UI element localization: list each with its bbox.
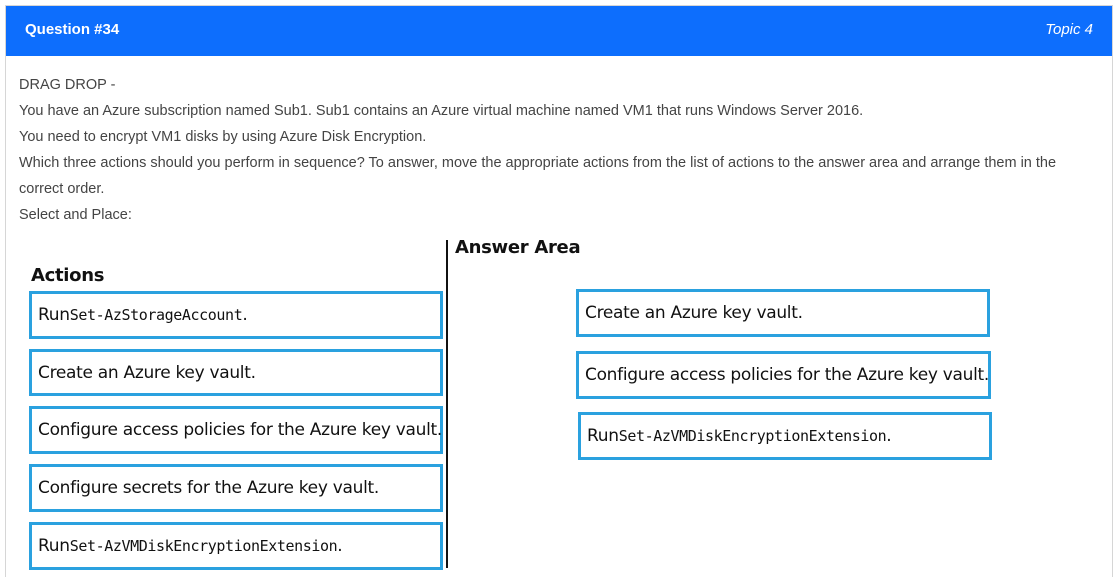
action-item[interactable]: Configure secrets for the Azure key vaul…: [29, 464, 443, 512]
question-text: DRAG DROP - You have an Azure subscripti…: [19, 72, 1094, 228]
answer-text: Run: [587, 426, 619, 446]
answer-text: Configure access policies for the Azure …: [585, 365, 990, 385]
actions-heading: Actions: [31, 265, 105, 286]
answer-item[interactable]: Create an Azure key vault.: [576, 289, 990, 337]
question-line: You need to encrypt VM1 disks by using A…: [19, 129, 427, 145]
answer-suffix: .: [886, 426, 892, 446]
action-code: Set-AzStorageAccount: [69, 306, 243, 324]
topic-label: Topic 4: [1045, 21, 1093, 38]
question-type: DRAG DROP -: [19, 77, 116, 93]
action-text: Configure secrets for the Azure key vaul…: [38, 478, 379, 498]
action-text: Run: [38, 536, 70, 556]
answer-code: Set-AzVMDiskEncryptionExtension: [618, 427, 887, 445]
answer-item[interactable]: Run Set-AzVMDiskEncryptionExtension.: [578, 412, 992, 460]
action-suffix: .: [242, 305, 248, 325]
action-code: Set-AzVMDiskEncryptionExtension: [69, 537, 338, 555]
drag-drop-exhibit: Answer Area Actions Run Set-AzStorageAcc…: [24, 232, 1084, 572]
action-text: Run: [38, 305, 70, 325]
answer-area-heading: Answer Area: [455, 237, 581, 258]
question-header: Question #34 Topic 4: [6, 6, 1112, 56]
action-suffix: .: [337, 536, 343, 556]
action-text: Configure access policies for the Azure …: [38, 420, 443, 440]
question-number: Question #34: [25, 21, 120, 38]
question-instruction: Select and Place:: [19, 207, 132, 223]
action-item[interactable]: Run Set-AzVMDiskEncryptionExtension.: [29, 522, 443, 570]
action-text: Create an Azure key vault.: [38, 362, 256, 383]
action-item[interactable]: Create an Azure key vault.: [29, 349, 443, 396]
answer-item[interactable]: Configure access policies for the Azure …: [576, 351, 991, 399]
answer-text: Create an Azure key vault.: [585, 303, 803, 323]
question-line: Which three actions should you perform i…: [19, 155, 1057, 197]
action-item[interactable]: Run Set-AzStorageAccount.: [29, 291, 443, 339]
question-line: You have an Azure subscription named Sub…: [19, 103, 864, 119]
action-item[interactable]: Configure access policies for the Azure …: [29, 406, 443, 454]
exhibit-divider: [446, 240, 448, 568]
